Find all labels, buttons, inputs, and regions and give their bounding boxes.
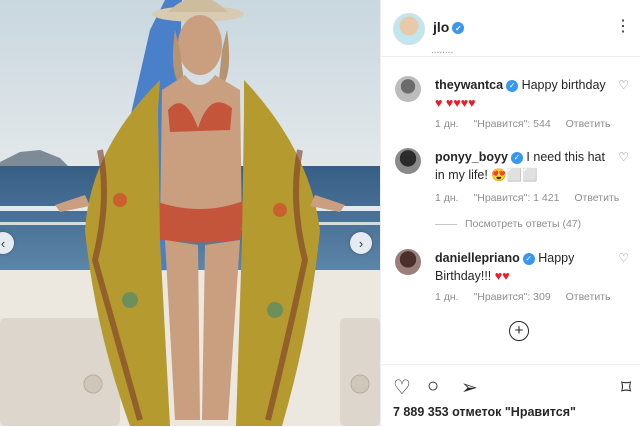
plus-icon: + (514, 322, 524, 339)
more-options-icon[interactable]: ⋮ (615, 16, 631, 36)
comment-meta: 1 дн. "Нравится": 309 Ответить (435, 291, 622, 303)
comment-body: ponyy_boyy ✓ I need this hat in my life! … (435, 148, 615, 184)
comment-meta: 1 дн. "Нравится": 1 421 Ответить (435, 192, 631, 204)
next-photo-button[interactable]: › (350, 232, 372, 254)
chevron-right-icon: › (358, 235, 364, 251)
verified-badge-icon: ✓ (510, 151, 523, 164)
comment-like-icon[interactable]: ♡ (618, 78, 629, 92)
comment-age: 1 дн. (435, 192, 459, 204)
comment-like-icon[interactable]: ♡ (618, 251, 629, 265)
comment-like-count[interactable]: "Нравится": 1 421 (474, 192, 560, 204)
view-replies-label: Посмотреть ответы (47) (465, 218, 582, 230)
commenter-avatar[interactable] (395, 148, 421, 174)
author-username[interactable]: jlo (433, 19, 449, 35)
replies-divider (435, 223, 457, 225)
post-header: jlo ✓ ⋮ (381, 0, 640, 57)
comment-icon[interactable]: ○ (427, 375, 439, 398)
chevron-left-icon: ‹ (0, 235, 6, 251)
commenter-username[interactable]: ponyy_boyy (435, 150, 508, 164)
comment-like-count[interactable]: "Нравится": 544 (474, 118, 551, 130)
comment-body: daniellepriano ✓ Happy Birthday!!! ♥♥ (435, 249, 615, 285)
comment-meta: 1 дн. "Нравится": 544 Ответить (435, 118, 622, 130)
scrolled-content-hint: ........ (431, 45, 454, 56)
verified-badge-icon: ✓ (506, 79, 519, 92)
comment-like-count[interactable]: "Нравится": 309 (474, 291, 551, 303)
comment-age: 1 дн. (435, 118, 459, 130)
author-username-row: jlo ✓ (433, 19, 465, 35)
reply-button[interactable]: Ответить (574, 192, 619, 204)
view-replies-button[interactable]: Посмотреть ответы (47) (435, 218, 581, 230)
post-photo[interactable]: ‹ › (0, 0, 380, 426)
commenter-username[interactable]: theywantca (435, 78, 503, 92)
commenter-avatar[interactable] (395, 76, 421, 102)
post-actions: ♡ ○ ➢ ⌑ 7 889 353 отметок "Нравится" (381, 364, 640, 427)
author-avatar[interactable] (393, 13, 425, 45)
comment-emoji: 😍⬜⬜ (491, 168, 538, 182)
verified-badge-icon: ✓ (522, 252, 535, 265)
reply-button[interactable]: Ответить (566, 291, 611, 303)
comment-emoji: ♥♥ (494, 269, 510, 283)
like-icon[interactable]: ♡ (393, 375, 411, 400)
comment-text: Happy birthday (521, 78, 606, 92)
reply-button[interactable]: Ответить (566, 118, 611, 130)
like-count[interactable]: 7 889 353 отметок "Нравится" (393, 405, 576, 419)
comment-emoji: ♥ ♥♥♥♥ (435, 96, 476, 110)
comment-age: 1 дн. (435, 291, 459, 303)
commenter-username[interactable]: daniellepriano (435, 251, 520, 265)
post-image-illustration (0, 0, 380, 426)
verified-badge-icon: ✓ (452, 22, 465, 35)
bookmark-icon[interactable]: ⌑ (621, 375, 631, 400)
share-icon[interactable]: ➢ (461, 375, 478, 400)
comment-like-icon[interactable]: ♡ (618, 150, 629, 164)
commenter-avatar[interactable] (395, 249, 421, 275)
post-side-panel: jlo ✓ ⋮ ........ theywantca ✓ Happy birthd… (380, 0, 640, 426)
load-more-comments-button[interactable]: + (509, 321, 529, 341)
comment-body: theywantca ✓ Happy birthday ♥ ♥♥♥♥ (435, 76, 615, 112)
